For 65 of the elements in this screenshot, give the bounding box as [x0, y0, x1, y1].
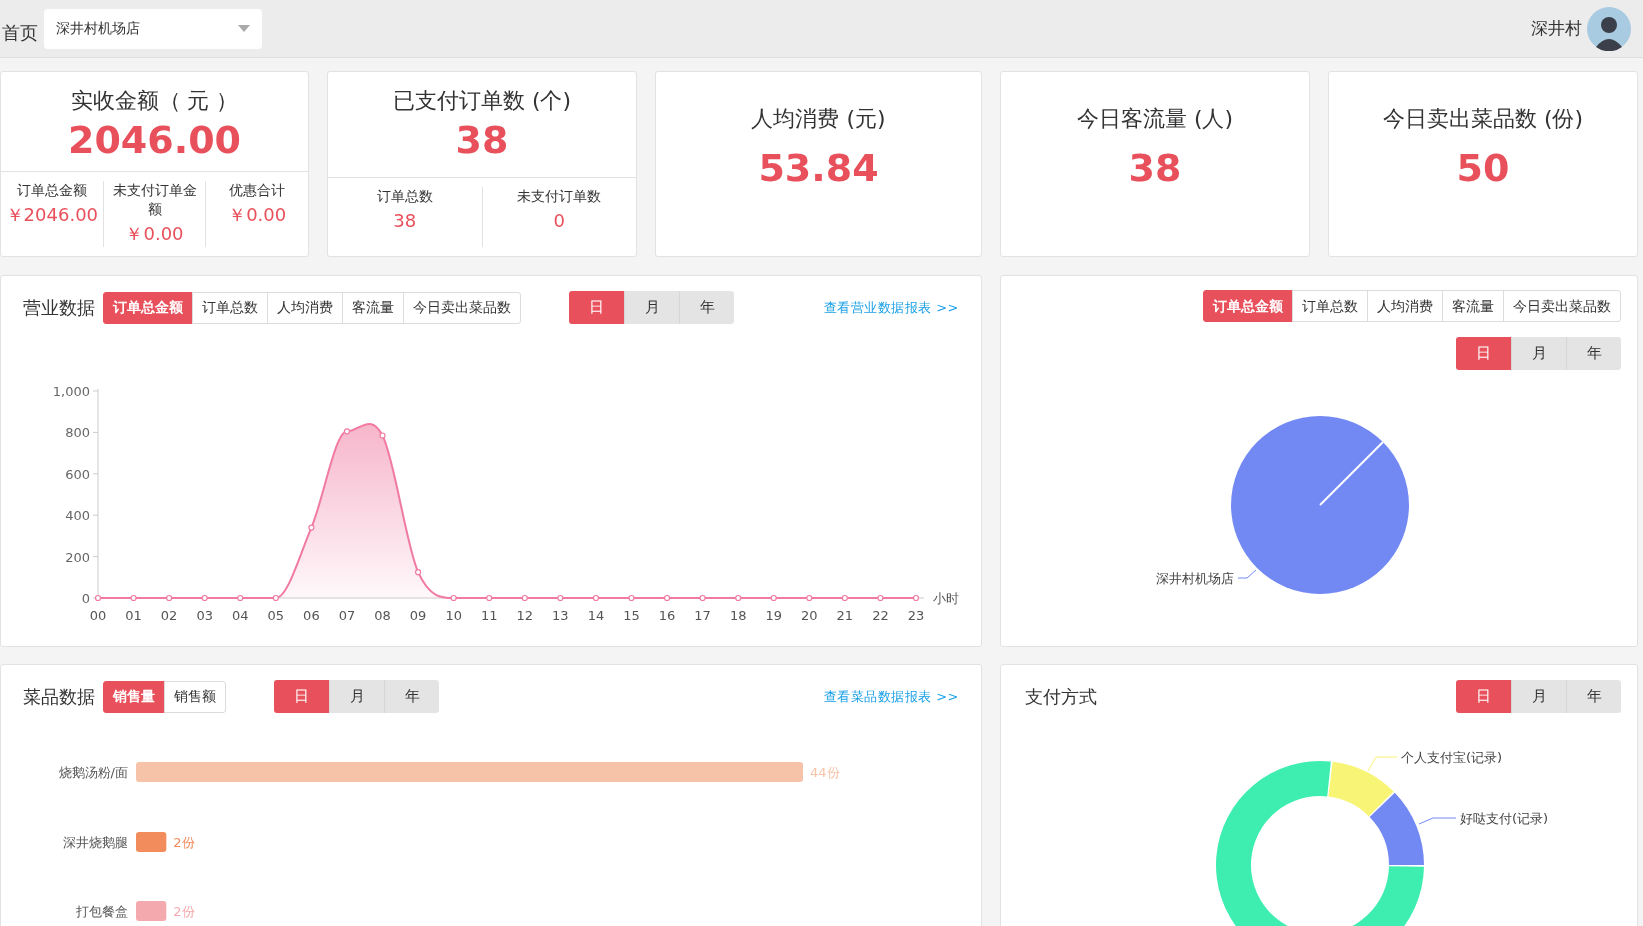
x-tick-label: 15 — [623, 608, 640, 623]
detail-label: 未支付订单数 — [517, 187, 602, 206]
x-tick-label: 00 — [89, 608, 107, 623]
bar-category-label: 深井烧鹅腿 — [63, 835, 128, 850]
x-tick-label: 08 — [374, 608, 391, 623]
detail-label: 订单总金额 — [16, 181, 87, 200]
x-tick-label: 05 — [267, 608, 285, 623]
x-tick-label: 21 — [836, 608, 854, 623]
bar-category-label: 打包餐盒 — [76, 904, 128, 919]
x-tick-label: 01 — [125, 608, 142, 623]
panel-title: 支付方式 — [1025, 685, 1097, 709]
detail-value: ￥0.00 — [228, 203, 287, 227]
x-tick-label: 19 — [765, 608, 782, 623]
bar-value-label: 2份 — [173, 904, 195, 919]
card-title: 今日卖出菜品数 (份) — [1382, 105, 1584, 133]
x-tick-label: 14 — [587, 608, 605, 623]
x-tick-label: 07 — [338, 608, 356, 623]
x-axis-label: 小时 — [933, 591, 959, 606]
detail-value: 0 — [553, 209, 565, 233]
y-tick-label: 1,000 — [52, 384, 90, 399]
detail-label: 优惠合计 — [229, 181, 286, 200]
user-name: 深井村 — [1531, 16, 1582, 40]
detail-value: ￥0.00 — [125, 222, 184, 246]
y-tick-label: 400 — [65, 508, 90, 524]
donut-label: 好哒支付(记录) — [1460, 811, 1549, 826]
x-tick-label: 23 — [907, 608, 925, 623]
panel-title: 菜品数据 — [23, 685, 95, 709]
x-tick-label: 03 — [196, 608, 213, 623]
y-tick-label: 200 — [65, 549, 90, 565]
detail-value: ￥2046.00 — [5, 203, 99, 227]
x-tick-label: 12 — [516, 608, 534, 623]
card-value: 2046.00 — [67, 117, 242, 163]
x-tick-label: 10 — [445, 608, 462, 623]
x-tick-label: 16 — [658, 608, 676, 623]
x-tick-label: 11 — [480, 608, 498, 623]
donut-label: 个人支付宝(记录) — [1401, 750, 1503, 765]
card-value: 38 — [1128, 145, 1182, 191]
pie-label: 深井村机场店 — [1156, 571, 1234, 586]
x-tick-label: 09 — [409, 608, 427, 623]
bar-value-label: 2份 — [173, 835, 195, 850]
card-title: 已支付订单数 (个) — [392, 87, 572, 115]
card-value: 50 — [1456, 145, 1510, 191]
x-tick-label: 02 — [160, 608, 178, 623]
x-tick-label: 22 — [872, 608, 889, 623]
card-title: 人均消费 (元) — [751, 105, 886, 133]
card-title: 今日客流量 (人) — [1076, 105, 1234, 133]
y-tick-label: 800 — [65, 425, 90, 441]
x-tick-label: 20 — [801, 608, 818, 623]
card-title: 实收金额（ 元 ） — [70, 87, 239, 115]
card-value: 38 — [455, 117, 509, 163]
card-value: 53.84 — [758, 145, 879, 191]
select-value: 深井村机场店 — [56, 19, 140, 38]
detail-label: 未支付订单金额 — [111, 181, 198, 219]
y-tick-label: 0 — [81, 591, 90, 606]
panel-title: 营业数据 — [23, 296, 95, 320]
x-tick-label: 17 — [694, 608, 711, 623]
bar-category-label: 烧鹅汤粉/面 — [58, 765, 128, 780]
x-tick-label: 13 — [552, 608, 569, 623]
detail-label: 订单总数 — [376, 187, 433, 206]
x-tick-label: 04 — [232, 608, 249, 623]
y-tick-label: 600 — [65, 466, 90, 482]
detail-value: 38 — [393, 209, 417, 233]
bar-value-label: 44份 — [810, 765, 840, 780]
x-tick-label: 18 — [729, 608, 747, 623]
x-tick-label: 06 — [303, 608, 320, 623]
